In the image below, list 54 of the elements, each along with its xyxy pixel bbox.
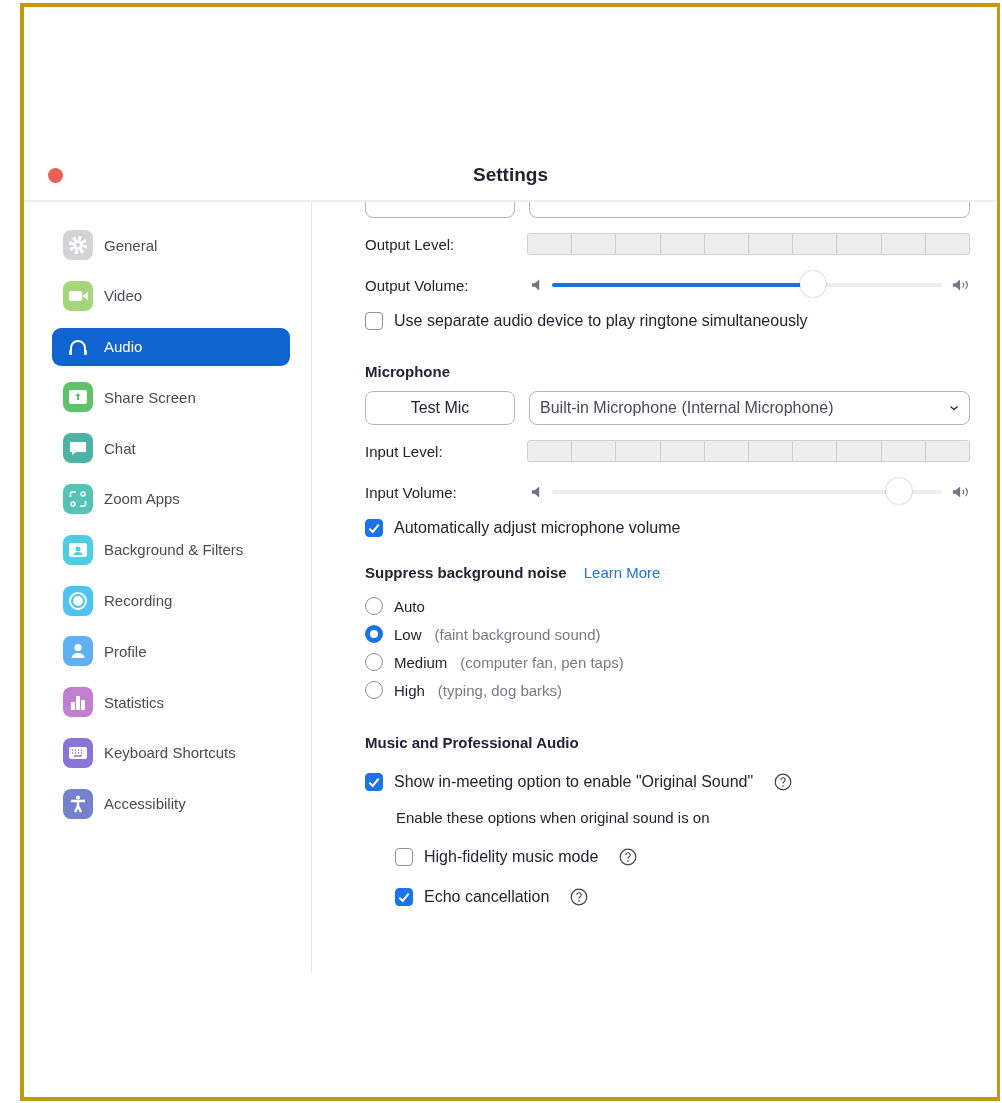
window-title: Settings bbox=[473, 164, 548, 186]
original-sound-checkbox[interactable]: Show in-meeting option to enable "Original Sound" bbox=[365, 773, 754, 791]
background-icon bbox=[63, 534, 93, 565]
record-icon bbox=[63, 585, 93, 616]
section-heading: Microphone bbox=[365, 363, 451, 380]
chat-icon bbox=[63, 433, 93, 464]
input-level-label: Input Level: bbox=[365, 442, 444, 460]
sub-options-note: Enable these options when original sound is on bbox=[396, 809, 711, 826]
output-level-label: Output Level: bbox=[365, 235, 456, 253]
gear-icon bbox=[63, 230, 93, 260]
share-icon bbox=[63, 382, 93, 413]
accessibility-icon bbox=[63, 788, 93, 819]
section-heading: Music and Professional Audio bbox=[365, 734, 580, 751]
profile-icon bbox=[63, 636, 93, 667]
sidebar-item[interactable]: Statistics bbox=[52, 683, 290, 722]
keyboard-icon bbox=[63, 737, 93, 768]
chevron-down-icon bbox=[949, 405, 959, 411]
speaker-low-icon bbox=[531, 485, 542, 499]
help-icon[interactable] bbox=[570, 888, 589, 906]
sidebar-item[interactable]: Chat bbox=[52, 429, 290, 468]
separate-device-checkbox[interactable]: Use separate audio device to play ringtone simultaneously bbox=[365, 312, 970, 330]
audio-option-checkbox[interactable]: Echo cancellation bbox=[395, 888, 550, 906]
sidebar-item[interactable]: Video bbox=[52, 276, 290, 315]
help-icon[interactable] bbox=[619, 848, 638, 866]
video-icon bbox=[63, 280, 93, 311]
microphone-select[interactable]: Built-in Microphone (Internal Microphone) bbox=[529, 391, 970, 425]
sidebar-item[interactable]: Background & Filters bbox=[52, 530, 290, 569]
section-heading: Suppress background noise bbox=[365, 564, 567, 581]
sidebar-item[interactable]: Accessibility bbox=[52, 784, 290, 823]
sidebar-item[interactable]: Zoom Apps bbox=[52, 480, 290, 518]
audio-option-checkbox[interactable]: High-fidelity music mode bbox=[395, 848, 599, 866]
close-button[interactable] bbox=[48, 168, 63, 183]
noise-radio-option[interactable]: Auto bbox=[365, 597, 970, 615]
sidebar-item[interactable]: Recording bbox=[52, 581, 290, 620]
sidebar-item[interactable]: Share Screen bbox=[52, 378, 290, 417]
sidebar-item[interactable]: General bbox=[52, 226, 290, 264]
sidebar-item[interactable]: Audio bbox=[52, 327, 290, 366]
auto-adjust-checkbox[interactable]: Automatically adjust microphone volume bbox=[365, 519, 970, 537]
slider-thumb[interactable] bbox=[800, 271, 827, 297]
noise-radio-option[interactable]: Medium (computer fan, pen taps) bbox=[365, 653, 970, 671]
noise-radio-option[interactable]: Low (faint background sound) bbox=[365, 625, 970, 643]
input-volume-label: Input Volume: bbox=[365, 483, 458, 501]
stats-icon bbox=[63, 687, 93, 718]
help-icon[interactable] bbox=[774, 773, 793, 791]
sidebar-item[interactable]: Keyboard Shortcuts bbox=[52, 733, 290, 772]
learn-more-link[interactable]: Learn More bbox=[583, 564, 661, 581]
speaker-loud-icon bbox=[952, 485, 970, 499]
speaker-loud-icon bbox=[952, 278, 970, 292]
test-mic-button[interactable]: Test Mic bbox=[365, 391, 515, 425]
speaker-low-icon bbox=[531, 278, 542, 292]
noise-radio-option[interactable]: High (typing, dog barks) bbox=[365, 681, 970, 699]
sidebar-item[interactable]: Profile bbox=[52, 632, 290, 671]
apps-icon bbox=[63, 484, 93, 514]
output-volume-label: Output Volume: bbox=[365, 276, 470, 294]
